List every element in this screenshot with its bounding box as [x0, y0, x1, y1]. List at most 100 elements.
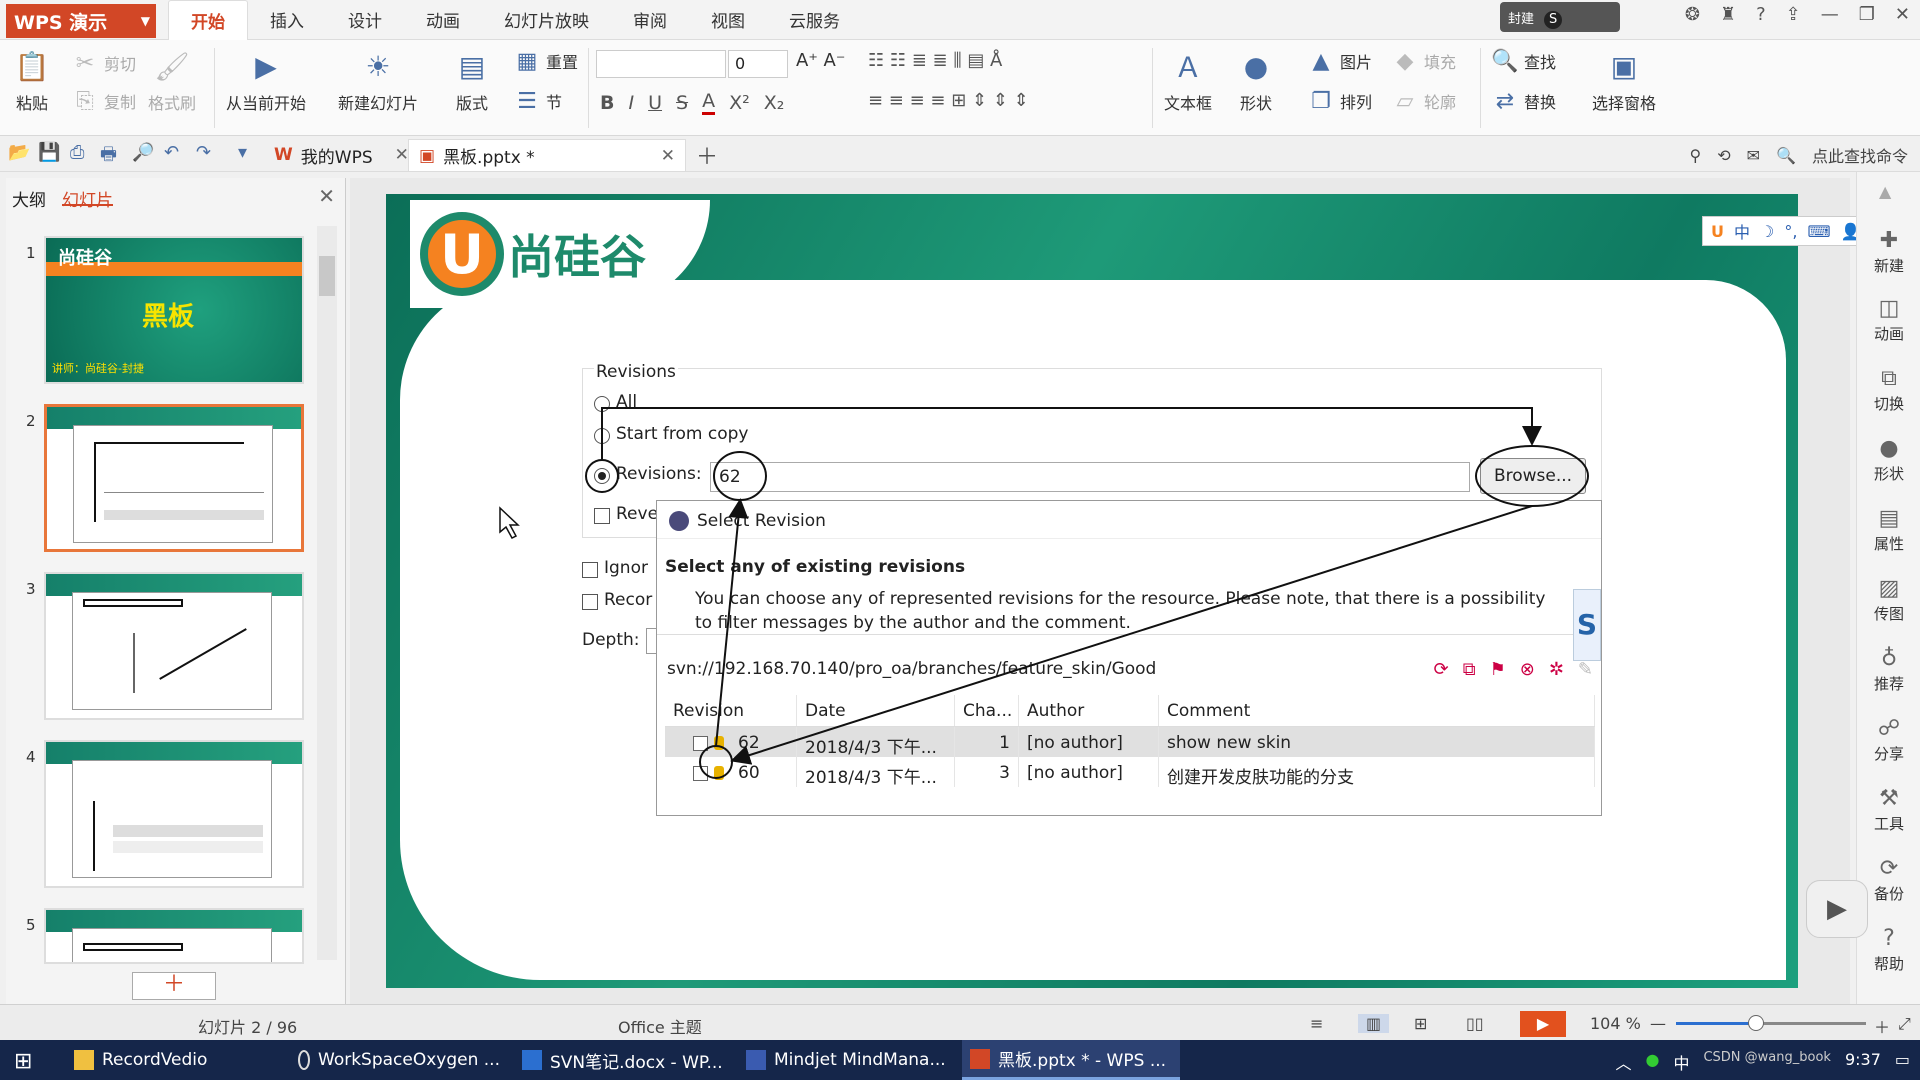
quick-search[interactable]: ⚲ ⟲ ✉ 🔍 点此查找命令: [1690, 143, 1908, 167]
close-icon[interactable]: ✕: [1895, 4, 1910, 25]
notification-icon[interactable]: ▭: [1895, 1050, 1910, 1074]
radio-revisions[interactable]: [594, 468, 610, 484]
record-checkbox[interactable]: [582, 594, 598, 610]
add-slide-button[interactable]: ＋: [132, 972, 216, 1000]
edit-icon[interactable]: ✎: [1578, 659, 1593, 680]
restore-icon[interactable]: ❐: [1859, 4, 1875, 25]
normal-view-icon[interactable]: ▥: [1358, 1014, 1390, 1033]
reading-view-icon[interactable]: ▯▯: [1466, 1014, 1484, 1033]
list-buttons[interactable]: ☷ ☷ ≣ ≣ ⫼ ▤ Å: [868, 50, 1002, 71]
slide-thumb-2[interactable]: [44, 404, 304, 552]
skin-icon[interactable]: ❂: [1685, 4, 1700, 25]
strike-icon[interactable]: S: [676, 92, 688, 114]
tray-ime[interactable]: 中: [1673, 1050, 1689, 1074]
app-menu-button[interactable]: WPS 演示 ▼: [6, 4, 156, 38]
minimize-icon[interactable]: —: [1821, 4, 1839, 25]
row-checkbox[interactable]: [693, 735, 708, 751]
task-recordvedio[interactable]: RecordVedio: [66, 1040, 284, 1080]
italic-icon[interactable]: I: [628, 92, 634, 114]
right-item-shape[interactable]: ● 形状: [1857, 436, 1920, 484]
bold-icon[interactable]: B: [600, 92, 614, 114]
tray-expand-icon[interactable]: ︿: [1615, 1050, 1631, 1074]
right-item-tools[interactable]: ⚒ 工具: [1857, 786, 1920, 834]
print-icon[interactable]: 🖶: [100, 142, 117, 172]
clear-filter-icon[interactable]: ⊗: [1520, 659, 1535, 680]
slide-thumb-3[interactable]: [44, 572, 304, 720]
ignore-checkbox[interactable]: [582, 562, 598, 578]
menu-tab-3[interactable]: 动画: [404, 0, 482, 40]
slide-thumb-4[interactable]: [44, 740, 304, 888]
col-date[interactable]: Date: [797, 695, 955, 726]
section-button[interactable]: ☰ 节: [512, 86, 562, 116]
right-item-upload-image[interactable]: ▨ 传图: [1857, 576, 1920, 624]
menu-tab-4[interactable]: 幻灯片放映: [482, 0, 611, 40]
find-button[interactable]: 🔍 查找: [1490, 46, 1556, 76]
pin-icon[interactable]: ⚲: [1690, 146, 1702, 165]
filter-icon[interactable]: ⚑: [1490, 659, 1506, 680]
zoom-out-icon[interactable]: —: [1650, 1014, 1666, 1033]
underline-icon[interactable]: U: [648, 92, 662, 114]
table-row[interactable]: 62 2018/4/3 下午... 1 [no author] show new…: [665, 727, 1595, 757]
reset-button[interactable]: ▦ 重置: [512, 46, 578, 76]
font-grow-button[interactable]: A⁺ A⁻: [796, 50, 845, 71]
mail-icon[interactable]: ✉: [1747, 146, 1760, 165]
font-style-buttons[interactable]: B I U S A X² X₂: [600, 90, 784, 115]
col-revision[interactable]: Revision: [665, 695, 797, 726]
right-item-help[interactable]: ? 帮助: [1857, 926, 1920, 974]
doc-tab-my-wps[interactable]: W 我的WPS ✕: [264, 139, 419, 171]
right-item-animation[interactable]: ◫ 动画: [1857, 296, 1920, 344]
slideshow-play-button[interactable]: ▶: [1520, 1011, 1566, 1037]
menu-tab-6[interactable]: 视图: [689, 0, 767, 40]
right-item-new[interactable]: ✚ 新建: [1857, 228, 1920, 276]
zoom-in-icon[interactable]: ＋: [1874, 1014, 1890, 1038]
superscript-icon[interactable]: X²: [729, 92, 750, 114]
radio-start-from-copy[interactable]: [594, 428, 610, 444]
slide-thumb-5[interactable]: [44, 908, 304, 964]
open-icon[interactable]: 📂: [8, 142, 30, 163]
keyboard-icon[interactable]: ⌨: [1807, 222, 1830, 241]
compare-icon[interactable]: ⧉: [1463, 659, 1476, 680]
task-mindjet[interactable]: Mindjet MindMana...: [738, 1040, 956, 1080]
refresh-icon[interactable]: ⟳: [1434, 659, 1449, 680]
table-row[interactable]: 60 2018/4/3 下午... 3 [no author] 创建开发皮肤功能…: [665, 757, 1595, 787]
menu-tab-1[interactable]: 插入: [248, 0, 326, 40]
close-icon[interactable]: ✕: [318, 184, 335, 208]
task-workspace[interactable]: WorkSpaceOxygen ...: [290, 1040, 508, 1080]
new-tab-icon[interactable]: ＋: [696, 139, 718, 171]
subscript-icon[interactable]: X₂: [764, 92, 785, 114]
paste-button[interactable]: 📋 粘贴: [12, 48, 52, 114]
task-svn-notes[interactable]: SVN笔记.docx - WP...: [514, 1040, 732, 1080]
fill-button[interactable]: ◆ 填充: [1390, 46, 1456, 76]
picture-button[interactable]: ▲ 图片: [1306, 46, 1372, 76]
right-item-transition[interactable]: ⧉ 切换: [1857, 366, 1920, 414]
row-checkbox[interactable]: [693, 765, 708, 781]
settings-icon[interactable]: ✲: [1549, 659, 1564, 680]
outline-button[interactable]: ▱ 轮廓: [1390, 86, 1456, 116]
shape-button[interactable]: ● 形状: [1236, 48, 1276, 114]
arrange-button[interactable]: ❐ 排列: [1306, 86, 1372, 116]
clock[interactable]: 9:37: [1845, 1050, 1881, 1074]
menu-tab-7[interactable]: 云服务: [767, 0, 862, 40]
video-play-button[interactable]: ▶: [1806, 880, 1868, 938]
menu-tab-0[interactable]: 开始: [168, 0, 248, 40]
punctuation-icon[interactable]: °,: [1784, 222, 1797, 241]
font-color-icon[interactable]: A: [702, 90, 716, 115]
col-changes[interactable]: Cha...: [955, 695, 1019, 726]
user-account[interactable]: 封建 S: [1500, 2, 1620, 32]
close-icon[interactable]: ✕: [395, 145, 409, 165]
zoom-thumb[interactable]: [1747, 1015, 1764, 1031]
upload-icon[interactable]: ⇪: [1786, 4, 1801, 25]
export-pdf-icon[interactable]: ⎙: [70, 142, 84, 163]
col-author[interactable]: Author: [1019, 695, 1159, 726]
preview-icon[interactable]: 🔎: [132, 142, 154, 163]
fit-window-icon[interactable]: ⤢: [1898, 1014, 1911, 1034]
doc-tab-blackboard[interactable]: ▣ 黑板.pptx * ✕: [408, 139, 686, 171]
sorter-view-icon[interactable]: ⊞: [1414, 1014, 1427, 1033]
scroll-thumb[interactable]: [319, 256, 335, 296]
reverse-checkbox[interactable]: [594, 508, 610, 524]
col-comment[interactable]: Comment: [1159, 695, 1595, 726]
font-size-select[interactable]: 0: [728, 50, 788, 78]
help-icon[interactable]: ?: [1756, 4, 1766, 25]
network-icon[interactable]: ●: [1645, 1050, 1659, 1074]
tab-outline[interactable]: 大纲: [12, 186, 46, 211]
